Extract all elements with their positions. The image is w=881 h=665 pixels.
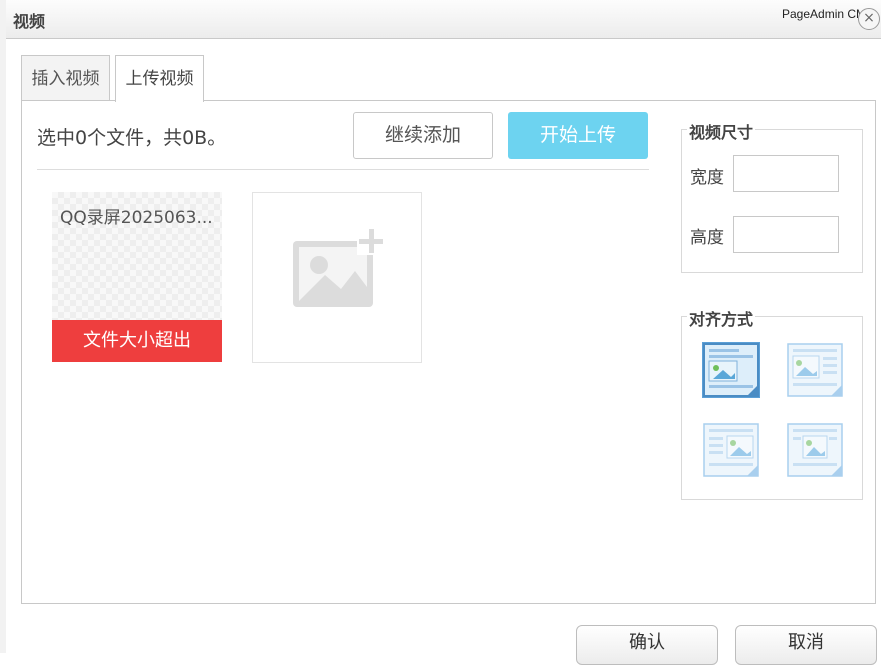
dialog-title: 视频 — [13, 12, 46, 31]
height-label: 高度 — [690, 228, 724, 248]
confirm-button[interactable]: 确认 — [576, 625, 718, 665]
align-none-icon[interactable] — [702, 342, 760, 398]
video-dialog: 视频 PageAdmin CMS × 插入视频 上传视频 选中0个文件，共0B。… — [6, 0, 881, 665]
upload-panel: 选中0个文件，共0B。 继续添加 开始上传 QQ录屏2025063... 文件大… — [21, 100, 876, 604]
cancel-button[interactable]: 取消 — [735, 625, 877, 665]
start-upload-button[interactable]: 开始上传 — [508, 112, 648, 159]
alignment-legend: 对齐方式 — [687, 306, 756, 330]
file-name: QQ录屏2025063... — [60, 208, 213, 228]
width-input[interactable] — [733, 155, 839, 192]
close-button[interactable]: × — [858, 8, 880, 30]
add-file-card[interactable] — [252, 192, 422, 363]
file-item[interactable]: QQ录屏2025063... 文件大小超出 — [52, 192, 222, 362]
tab-insert-video[interactable]: 插入视频 — [21, 55, 110, 101]
divider — [37, 169, 649, 170]
align-right-icon[interactable] — [703, 423, 759, 477]
dialog-titlebar: 视频 PageAdmin CMS × — [6, 0, 881, 39]
align-left-icon[interactable] — [787, 343, 843, 397]
align-center-icon[interactable] — [787, 423, 843, 477]
continue-add-button[interactable]: 继续添加 — [353, 112, 493, 159]
width-label: 宽度 — [690, 168, 724, 188]
height-input[interactable] — [733, 216, 839, 253]
upload-status-text: 选中0个文件，共0B。 — [37, 127, 227, 149]
tab-upload-video[interactable]: 上传视频 — [115, 55, 204, 102]
video-size-legend: 视频尺寸 — [687, 119, 756, 143]
file-error-badge: 文件大小超出 — [52, 320, 222, 362]
add-image-icon — [293, 227, 385, 307]
close-icon: × — [863, 10, 875, 26]
